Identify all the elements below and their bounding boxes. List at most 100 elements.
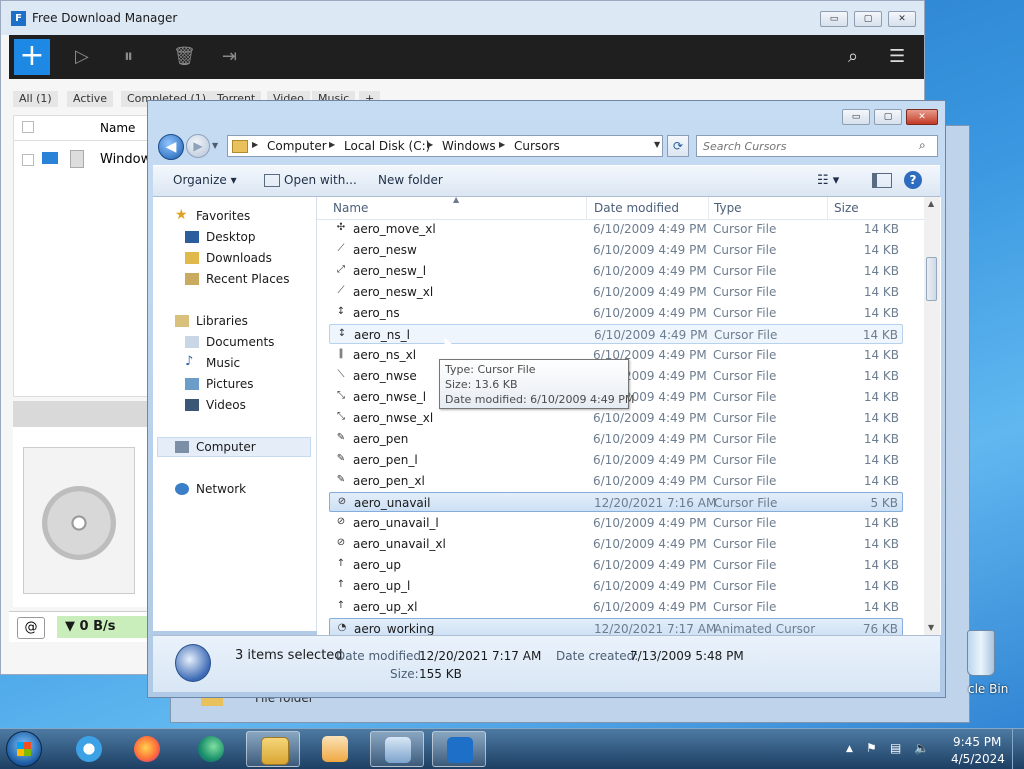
tab-active[interactable]: Active: [67, 91, 114, 107]
file-row[interactable]: ↑ aero_up_xl 6/10/2009 4:49 PM Cursor File 1…: [329, 597, 903, 617]
taskbar-internet-explorer[interactable]: [62, 731, 116, 767]
file-row[interactable]: ⤡ aero_nwse_xl 6/10/2009 4:49 PM Cursor Fil…: [329, 408, 903, 428]
file-row[interactable]: ✣ aero_move_xl 6/10/2009 4:49 PM Cursor Fil…: [329, 219, 903, 239]
start-button[interactable]: [6, 731, 42, 767]
taskbar-control-panel[interactable]: [370, 731, 424, 767]
nav-recent-places[interactable]: Recent Places: [206, 272, 289, 286]
fdm-titlebar[interactable]: F Free Download Manager ▭ ▢ ✕: [1, 1, 924, 35]
view-options-icon[interactable]: ☷ ▾: [817, 173, 839, 188]
taskbar-free-download-manager[interactable]: [432, 731, 486, 767]
nav-documents[interactable]: Documents: [206, 335, 274, 349]
back-button[interactable]: ◀: [158, 134, 184, 160]
recycle-bin-icon[interactable]: [967, 630, 995, 676]
file-row[interactable]: ⟋ aero_nesw 6/10/2009 4:49 PM Cursor File 14…: [329, 240, 903, 260]
chevron-right-icon[interactable]: ▶: [427, 140, 433, 149]
nav-libraries[interactable]: Libraries: [196, 314, 248, 328]
address-dropdown-icon[interactable]: ▼: [654, 140, 660, 149]
nav-network[interactable]: Network: [196, 482, 246, 496]
resume-icon[interactable]: ▷: [75, 47, 89, 67]
history-dropdown-icon[interactable]: ▼: [212, 141, 218, 150]
nav-downloads[interactable]: Downloads: [206, 251, 272, 265]
speed-limit-icon[interactable]: @: [17, 617, 45, 639]
file-row[interactable]: ✎ aero_pen 6/10/2009 4:49 PM Cursor File 14 …: [329, 429, 903, 449]
organize-button[interactable]: Organize ▾: [173, 173, 237, 187]
volume-muted-icon[interactable]: 🔈: [914, 741, 929, 755]
delete-icon[interactable]: 🗑: [173, 47, 196, 67]
scrollbar-thumb[interactable]: [926, 257, 937, 301]
file-row[interactable]: ✎ aero_pen_xl 6/10/2009 4:49 PM Cursor File…: [329, 471, 903, 491]
column-name[interactable]: Name: [333, 201, 368, 215]
forward-button[interactable]: ▶: [186, 134, 210, 158]
explorer-minimize-button[interactable]: ▭: [842, 109, 870, 125]
file-row[interactable]: ⟋ aero_nesw_xl 6/10/2009 4:49 PM Cursor Fil…: [329, 282, 903, 302]
nav-desktop[interactable]: Desktop: [206, 230, 256, 244]
file-row[interactable]: ✎ aero_pen_l 6/10/2009 4:49 PM Cursor File 1…: [329, 450, 903, 470]
nav-pictures[interactable]: Pictures: [206, 377, 254, 391]
show-hidden-icons-icon[interactable]: ▲: [846, 744, 853, 754]
tab-all[interactable]: All (1): [13, 91, 58, 107]
taskbar-firefox[interactable]: [120, 731, 174, 767]
file-row[interactable]: ↑ aero_up 6/10/2009 4:49 PM Cursor File 14 K…: [329, 555, 903, 575]
file-row[interactable]: ⤢ aero_nesw_l 6/10/2009 4:49 PM Cursor File…: [329, 261, 903, 281]
help-icon[interactable]: ?: [904, 171, 922, 189]
scroll-down-icon[interactable]: ▼: [928, 623, 934, 632]
address-bar[interactable]: ▶ Computer ▶ Local Disk (C:) ▶ Windows ▶…: [227, 135, 663, 157]
move-icon[interactable]: ⇥: [222, 47, 237, 67]
breadcrumb-computer[interactable]: Computer: [267, 139, 327, 153]
menu-icon[interactable]: ☰: [889, 47, 905, 67]
show-desktop-button[interactable]: [1012, 729, 1024, 769]
fdm-splitter[interactable]: [13, 401, 153, 427]
nav-favorites[interactable]: Favorites: [196, 209, 250, 223]
preview-pane-icon[interactable]: [872, 173, 892, 188]
select-all-checkbox[interactable]: [22, 121, 34, 133]
chevron-right-icon[interactable]: ▶: [329, 140, 335, 149]
clock-time[interactable]: 9:45 PM: [953, 735, 1001, 749]
column-type[interactable]: Type: [714, 201, 742, 215]
pause-icon[interactable]: ⏸: [124, 47, 133, 67]
chevron-right-icon[interactable]: ▶: [499, 140, 505, 149]
breadcrumb-cursors[interactable]: Cursors: [514, 139, 560, 153]
column-date-modified[interactable]: Date modified: [594, 201, 679, 215]
nav-videos[interactable]: Videos: [206, 398, 246, 412]
fdm-minimize-button[interactable]: ▭: [820, 11, 848, 27]
taskbar-edge[interactable]: [184, 731, 238, 767]
refresh-button[interactable]: ⟳: [667, 135, 689, 157]
breadcrumb-local-disk[interactable]: Local Disk (C:): [344, 139, 430, 153]
fdm-close-button[interactable]: ✕: [888, 11, 916, 27]
action-center-flag-icon[interactable]: ⚑: [866, 741, 877, 755]
taskbar-media-player[interactable]: [308, 731, 362, 767]
file-row[interactable]: ↕ aero_ns 6/10/2009 4:49 PM Cursor File 14 K…: [329, 303, 903, 323]
open-with-button[interactable]: Open with...: [284, 173, 357, 187]
file-row[interactable]: ⊘ aero_unavail_xl 6/10/2009 4:49 PM Cursor …: [329, 534, 903, 554]
column-size[interactable]: Size: [834, 201, 859, 215]
scroll-up-icon[interactable]: ▲: [928, 199, 934, 208]
search-icon[interactable]: ⌕: [848, 47, 858, 67]
vertical-scrollbar[interactable]: ▲ ▼: [924, 197, 940, 635]
file-row[interactable]: ⊘ aero_unavail_l 6/10/2009 4:49 PM Cursor F…: [329, 513, 903, 533]
nav-computer[interactable]: Computer: [196, 440, 256, 454]
network-status-icon[interactable]: ▤: [890, 741, 901, 755]
row-checkbox[interactable]: [22, 154, 34, 166]
recycle-bin-label[interactable]: cle Bin: [968, 682, 1008, 696]
file-row[interactable]: ⊘ aero_unavail 12/20/2021 7:16 AM Cursor Fi…: [329, 492, 903, 512]
add-download-button[interactable]: +: [14, 39, 50, 75]
fdm-maximize-button[interactable]: ▢: [854, 11, 882, 27]
new-folder-button[interactable]: New folder: [378, 173, 443, 187]
file-row[interactable]: ↑ aero_up_l 6/10/2009 4:49 PM Cursor File 14…: [329, 576, 903, 596]
column-divider[interactable]: [586, 197, 587, 219]
explorer-maximize-button[interactable]: ▢: [874, 109, 902, 125]
file-row[interactable]: ↕ aero_ns_l 6/10/2009 4:49 PM Cursor File 14…: [329, 324, 903, 344]
search-box[interactable]: ⌕: [696, 135, 938, 157]
download-row[interactable]: Window: [14, 146, 154, 172]
nav-music[interactable]: Music: [206, 356, 240, 370]
search-icon[interactable]: ⌕: [919, 138, 926, 153]
column-divider[interactable]: [708, 197, 709, 219]
clock-date[interactable]: 4/5/2024: [951, 752, 1005, 766]
column-name[interactable]: Name: [100, 121, 135, 135]
explorer-close-button[interactable]: ✕: [906, 109, 938, 125]
chevron-right-icon[interactable]: ▶: [252, 140, 258, 149]
breadcrumb-windows[interactable]: Windows: [442, 139, 496, 153]
search-input[interactable]: [703, 138, 903, 154]
column-divider[interactable]: [827, 197, 828, 219]
taskbar-file-explorer[interactable]: [246, 731, 300, 767]
